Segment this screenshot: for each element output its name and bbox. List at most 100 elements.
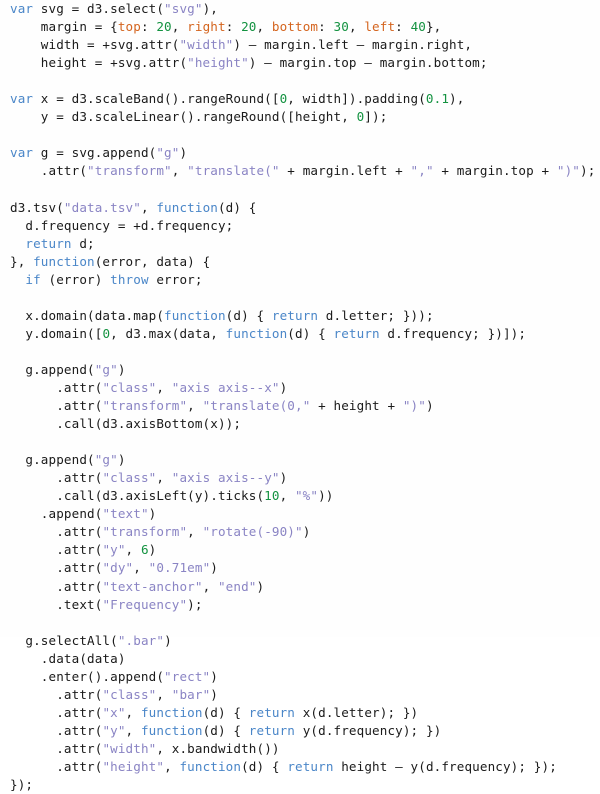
code-token-key: bottom (271, 19, 319, 35)
code-token-kw: if (25, 271, 41, 287)
code-token-plain: , (187, 398, 203, 414)
code-token-str: "translate(" (187, 163, 280, 179)
code-line: .enter().append("rect") (0, 668, 600, 686)
code-token-kw: return (287, 758, 334, 774)
code-token-plain: .call(d3.axisBottom(x)); (10, 416, 242, 432)
code-token-plain: y.domain([ (10, 325, 103, 341)
code-token-kw: var (10, 145, 34, 161)
code-token-plain: ) (179, 145, 188, 161)
code-token-plain: ) (425, 398, 434, 414)
code-token-str: "width" (102, 740, 157, 756)
code-token-str: "class" (102, 470, 157, 486)
code-token-plain: : (140, 19, 157, 35)
code-token-plain: ) (302, 524, 311, 540)
code-line: .call(d3.axisBottom(x)); (0, 415, 600, 433)
code-token-str: "text-anchor" (102, 578, 203, 594)
code-line: d3.tsv("data.tsv", function(d) { (0, 199, 600, 217)
code-token-plain: : (225, 19, 242, 35)
code-line: g.append("g") (0, 451, 600, 469)
code-line: .attr("x", function(d) { return x(d.lett… (0, 704, 600, 722)
code-token-plain: }, (425, 19, 442, 35)
code-token-plain: (d) { (241, 758, 288, 774)
code-token-kw: function (140, 704, 203, 720)
code-token-plain: (d) { (202, 704, 249, 720)
code-token-plain: , (348, 19, 365, 35)
code-line: .attr("class", "bar") (0, 686, 600, 704)
code-line: .attr("y", 6) (0, 541, 600, 559)
code-token-plain: ) (279, 379, 288, 395)
code-token-num: 20 (241, 19, 257, 35)
code-token-plain: ) – margin.left – margin.right, (233, 37, 473, 53)
code-line: .text("Frequency"); (0, 596, 600, 614)
code-token-plain: g.append( (10, 452, 95, 468)
code-token-str: "height" (102, 758, 165, 774)
code-token-plain: + margin.top + (433, 163, 557, 179)
code-token-plain: y(d.frequency); }) (295, 722, 442, 738)
code-token-plain: .attr( (10, 722, 103, 738)
code-token-plain: ), (449, 91, 465, 107)
code-token-kw: return (271, 307, 319, 323)
code-token-kw: return (25, 235, 72, 251)
code-token-str: "transform" (102, 398, 188, 414)
code-token-kw: function (164, 307, 226, 323)
code-token-kw: function (225, 325, 288, 341)
code-token-plain: , (125, 722, 141, 738)
code-token-plain: .attr( (10, 560, 103, 576)
code-token-num: 0 (102, 325, 111, 341)
code-line: x.domain(data.map(function(d) { return d… (0, 307, 600, 325)
code-token-kw: var (10, 91, 34, 107)
code-token-str: ")" (556, 163, 580, 179)
code-token-key: right (187, 19, 226, 35)
code-token-plain: ) (148, 542, 157, 558)
code-token-str: "rotate(-90)" (202, 524, 303, 540)
code-token-plain: ) (210, 668, 218, 684)
code-token-plain: .attr( (10, 163, 88, 179)
code-token-plain: + margin.left + (279, 163, 411, 179)
code-token-plain: .attr( (10, 398, 103, 414)
code-token-str: "axis axis--y" (171, 470, 280, 486)
code-line: g.append("g") (0, 361, 600, 379)
code-token-plain: ) (148, 506, 157, 522)
code-token-str: "rect" (164, 668, 211, 684)
code-token-str: "width" (179, 37, 234, 53)
code-token-plain: )) (318, 488, 334, 504)
code-token-plain: ]); (364, 109, 388, 125)
code-line: .append("text") (0, 505, 600, 523)
code-token-str: "end" (217, 578, 257, 594)
code-token-plain: ) (210, 686, 218, 702)
code-token-plain: .attr( (10, 470, 103, 486)
code-token-str: "y" (102, 722, 126, 738)
code-token-plain: height – y(d.frequency); }); (333, 758, 557, 774)
code-token-plain: .attr( (10, 686, 103, 702)
code-token-plain: .attr( (10, 542, 103, 558)
code-line: y.domain([0, d3.max(data, function(d) { … (0, 325, 600, 343)
code-token-plain: g.selectAll( (10, 632, 118, 648)
code-token-plain: ) (164, 632, 172, 648)
code-token-plain: , (125, 704, 141, 720)
code-token-plain: , (187, 524, 203, 540)
code-token-str: "g" (94, 452, 118, 468)
code-token-plain: , (133, 560, 149, 576)
code-token-plain: , (156, 379, 172, 395)
code-token-kw: function (156, 199, 218, 215)
code-token-plain: ) (117, 452, 126, 468)
code-token-plain: (d) { (217, 199, 257, 215)
code-token-plain: (d) { (287, 325, 334, 341)
code-token-plain: , width]).padding( (287, 91, 426, 107)
code-token-plain: error; (148, 271, 203, 287)
code-token-plain: g.append( (10, 361, 95, 377)
code-token-num: 0.1 (425, 91, 450, 107)
code-token-plain: , (202, 578, 218, 594)
code-listing[interactable]: var svg = d3.select("svg"), margin = {to… (0, 0, 600, 792)
code-token-plain: }); (10, 777, 34, 793)
code-token-plain: ); (187, 596, 203, 612)
code-line: .call(d3.axisLeft(y).ticks(10, "%")) (0, 487, 600, 505)
code-token-plain: , d3.max(data, (110, 325, 226, 341)
code-token-str: "%" (294, 488, 319, 504)
code-token-plain: .attr( (10, 578, 103, 594)
